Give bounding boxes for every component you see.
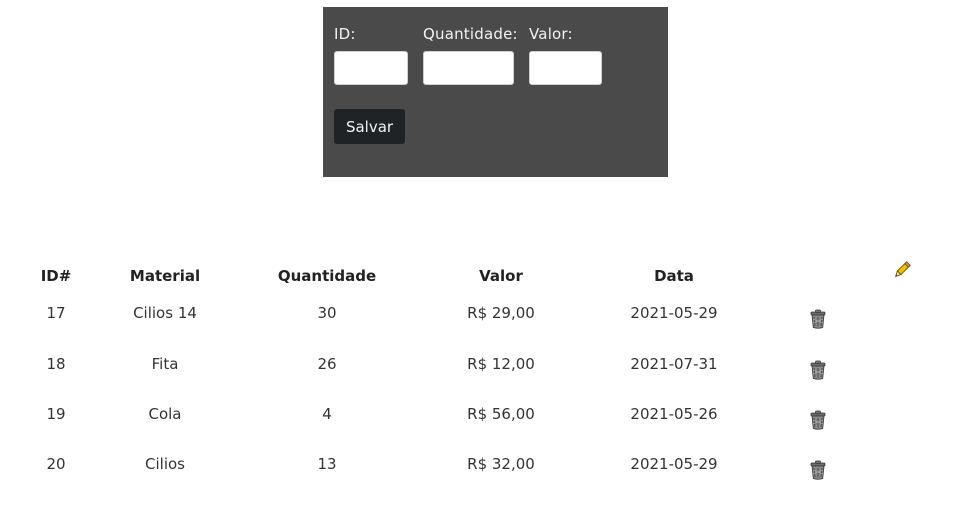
header-id: ID# bbox=[40, 267, 72, 285]
cell-id: 17 bbox=[46, 304, 66, 322]
valor-input[interactable] bbox=[529, 51, 602, 85]
cell-data: 2021-07-31 bbox=[630, 355, 718, 373]
cell-valor: R$ 32,00 bbox=[467, 455, 535, 473]
entry-form: ID: Quantidade: Valor: Salvar bbox=[323, 7, 668, 177]
header-data: Data bbox=[654, 267, 694, 285]
cell-material: Cilios bbox=[145, 455, 185, 473]
trash-icon[interactable] bbox=[809, 460, 827, 480]
quantidade-label: Quantidade: bbox=[423, 25, 518, 43]
quantidade-input[interactable] bbox=[423, 51, 514, 85]
cell-material: Cilios 14 bbox=[133, 304, 197, 322]
trash-icon[interactable] bbox=[809, 410, 827, 430]
trash-icon[interactable] bbox=[809, 360, 827, 380]
cell-valor: R$ 56,00 bbox=[467, 405, 535, 423]
materials-table: ID# Material Quantidade Valor Data 17 Cilios 1… bbox=[0, 255, 953, 522]
cell-valor: R$ 12,00 bbox=[467, 355, 535, 373]
cell-quantidade: 26 bbox=[317, 355, 337, 373]
cell-valor: R$ 29,00 bbox=[467, 304, 535, 322]
valor-label: Valor: bbox=[529, 25, 573, 43]
cell-quantidade: 30 bbox=[317, 304, 337, 322]
cell-quantidade: 4 bbox=[322, 405, 332, 423]
cell-data: 2021-05-29 bbox=[630, 304, 718, 322]
header-material: Material bbox=[129, 267, 201, 285]
id-input[interactable] bbox=[334, 51, 408, 85]
cell-material: Fita bbox=[151, 355, 179, 373]
cell-material: Cola bbox=[148, 405, 182, 423]
cell-id: 19 bbox=[46, 405, 66, 423]
cell-id: 20 bbox=[46, 455, 66, 473]
cell-id: 18 bbox=[46, 355, 66, 373]
header-valor: Valor bbox=[479, 267, 523, 285]
cell-data: 2021-05-29 bbox=[630, 455, 718, 473]
cell-quantidade: 13 bbox=[317, 455, 337, 473]
header-quantidade: Quantidade bbox=[277, 267, 377, 285]
cell-data: 2021-05-26 bbox=[630, 405, 718, 423]
trash-icon[interactable] bbox=[809, 309, 827, 329]
save-button[interactable]: Salvar bbox=[334, 109, 405, 144]
id-label: ID: bbox=[334, 25, 356, 43]
